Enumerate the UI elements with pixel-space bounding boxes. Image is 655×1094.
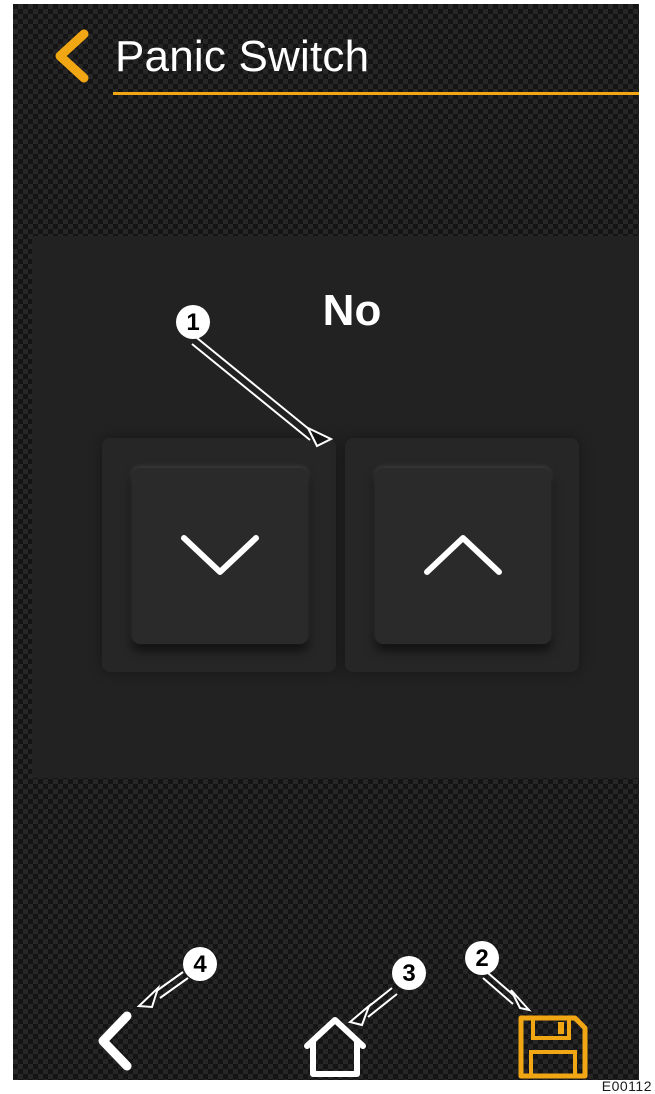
callout-badge-2: 2 [465,941,499,975]
callout-number: 1 [186,309,200,336]
app-screen: Panic Switch No 1 2 3 4 [13,4,639,1080]
callout-arrows [136,337,532,1027]
callout-number: 3 [402,960,416,987]
callout-badge-1: 1 [176,305,210,339]
callout-badge-3: 3 [392,956,426,990]
callout-number: 2 [475,945,489,972]
callout-badge-4: 4 [183,947,217,981]
callout-number: 4 [193,951,207,978]
reference-code: E00112 [601,1078,652,1094]
